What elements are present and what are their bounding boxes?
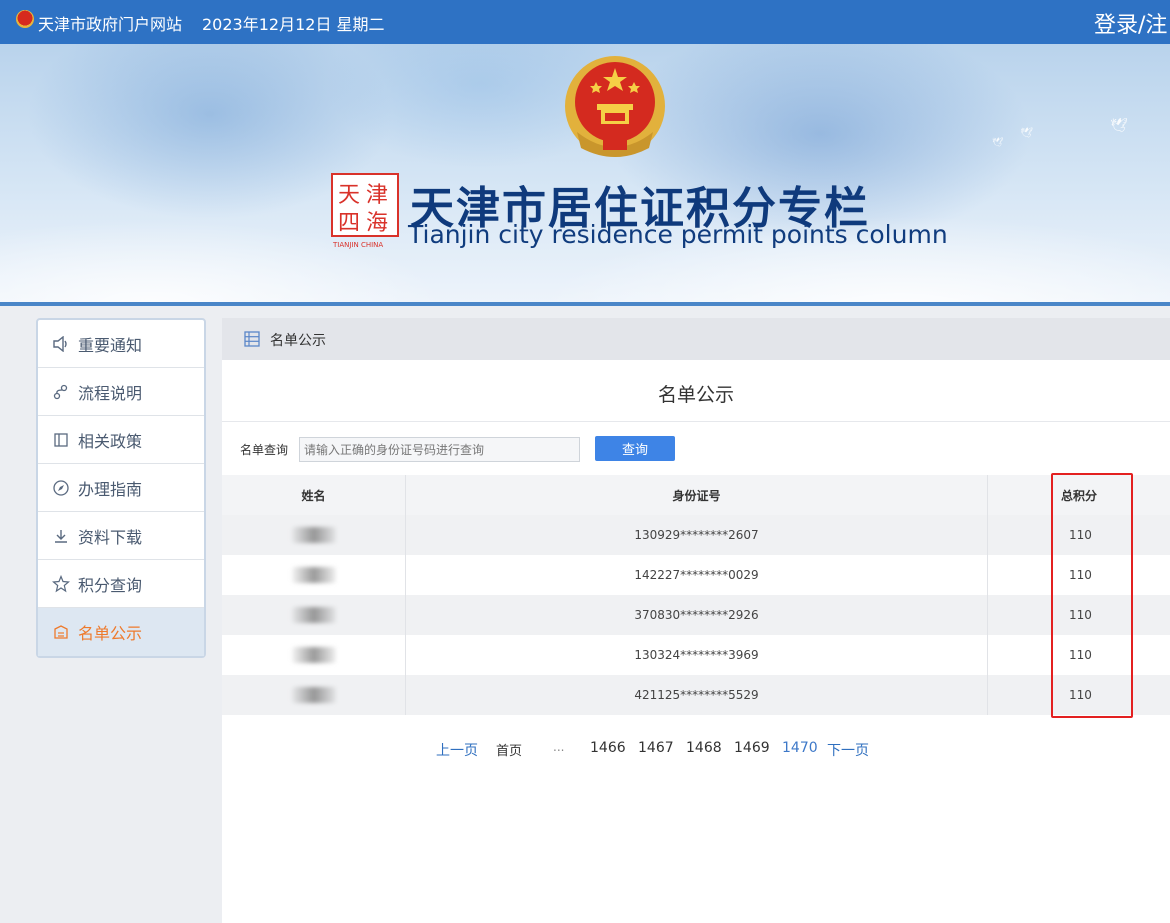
name-cell [222, 515, 405, 555]
page-link-1469[interactable]: 1469 [734, 740, 770, 756]
banner-divider [0, 302, 1170, 306]
list-icon [244, 331, 260, 347]
date-text: 2023年12月12日 星期二 [202, 15, 385, 34]
score-cell: 110 [987, 635, 1170, 675]
sidebar-item-label: 名单公示 [78, 624, 143, 643]
site-name-link[interactable]: 天津市政府门户网站 [38, 11, 182, 35]
compass-icon [50, 477, 72, 499]
table-row: 370830********2926 110 [222, 595, 1170, 635]
sidebar-item-policies[interactable]: 相关政策 [38, 416, 204, 464]
sidebar-item-guide[interactable]: 办理指南 [38, 464, 204, 512]
search-label: 名单查询 [240, 443, 289, 457]
name-cell [222, 595, 405, 635]
redacted-name [291, 527, 336, 543]
svg-text:TIANJIN CHINA: TIANJIN CHINA [332, 241, 383, 249]
sidebar-item-label: 相关政策 [78, 431, 143, 451]
search-input[interactable] [299, 437, 580, 462]
emblem-mini-icon [16, 10, 34, 28]
page-title: 名单公示 [657, 384, 734, 406]
id-cell: 421125********5529 [405, 675, 987, 715]
header-score-label: 总积分 [1061, 488, 1098, 503]
score-cell: 110 [987, 555, 1170, 595]
breadcrumb-label: 名单公示 [270, 333, 326, 349]
table-row: 142227********0029 110 [222, 555, 1170, 595]
name-cell [222, 635, 405, 675]
id-cell: 130929********2607 [405, 515, 987, 555]
svg-text:津: 津 [366, 183, 388, 208]
sidebar-item-list-publicity[interactable]: 名单公示 [38, 608, 204, 656]
page-link-1467[interactable]: 1467 [638, 740, 674, 756]
star-icon [50, 573, 72, 595]
header-score: 总积分 [987, 475, 1170, 515]
id-cell: 370830********2926 [405, 595, 987, 635]
bird-icon: 🕊 [1110, 118, 1128, 134]
sidebar: 重要通知 流程说明 相关政策 办理指南 资料下载 积分查询 名单公示 [36, 318, 206, 658]
sidebar-item-label: 办理指南 [78, 479, 143, 499]
divider [222, 421, 1170, 422]
svg-text:海: 海 [366, 211, 388, 236]
calendar-icon [50, 621, 72, 643]
score-value: 110 [1069, 608, 1092, 622]
sidebar-item-label: 重要通知 [78, 335, 143, 355]
redacted-name [291, 567, 336, 583]
download-icon [50, 525, 72, 547]
table-header: 姓名 身份证号 总积分 [222, 475, 1170, 515]
svg-text:四: 四 [338, 211, 360, 236]
header-name: 姓名 [301, 488, 326, 503]
top-bar: 天津市政府门户网站 2023年12月12日 星期二 登录/注 [0, 0, 1170, 44]
speaker-icon [50, 333, 72, 355]
pagination: 上一页 首页 ... 1466 1467 1468 1469 1470 下一页 [222, 740, 1170, 760]
score-cell: 110 [987, 515, 1170, 555]
sidebar-item-label: 流程说明 [78, 383, 143, 403]
sidebar-item-label: 积分查询 [78, 575, 143, 595]
tianjin-seal-icon: 天 津 四 海 TIANJIN CHINA [331, 173, 399, 249]
page-link-1468[interactable]: 1468 [686, 740, 722, 756]
sidebar-item-label: 资料下载 [78, 527, 143, 547]
score-value: 110 [1069, 568, 1092, 582]
score-cell: 110 [987, 595, 1170, 635]
id-cell: 130324********3969 [405, 635, 987, 675]
name-cell [222, 675, 405, 715]
prev-page-link[interactable]: 上一页 [436, 740, 478, 760]
score-value: 110 [1069, 528, 1092, 542]
header-id: 身份证号 [405, 475, 987, 515]
sidebar-item-process[interactable]: 流程说明 [38, 368, 204, 416]
sidebar-item-downloads[interactable]: 资料下载 [38, 512, 204, 560]
score-cell: 110 [987, 675, 1170, 715]
table-row: 421125********5529 110 [222, 675, 1170, 715]
score-value: 110 [1069, 688, 1092, 702]
score-value: 110 [1069, 648, 1092, 662]
id-cell: 142227********0029 [405, 555, 987, 595]
page-link-1466[interactable]: 1466 [590, 740, 626, 756]
banner-title-en: Tianjin city residence permit points col… [408, 220, 948, 249]
flow-icon [50, 381, 72, 403]
svg-text:天: 天 [338, 183, 360, 208]
table-row: 130929********2607 110 [222, 515, 1170, 555]
next-page-link[interactable]: 下一页 [827, 740, 869, 760]
national-emblem-icon [565, 56, 665, 157]
table-row: 130324********3969 110 [222, 635, 1170, 675]
bird-icon: 🕊 [992, 138, 1004, 148]
login-register-link[interactable]: 登录/注 [1094, 7, 1167, 39]
name-cell [222, 555, 405, 595]
breadcrumb: 名单公示 [222, 318, 1170, 360]
redacted-name [291, 687, 336, 703]
book-icon [50, 429, 72, 451]
bird-icon: 🕊 [1020, 128, 1033, 139]
redacted-name [291, 647, 336, 663]
sidebar-item-points-query[interactable]: 积分查询 [38, 560, 204, 608]
pagination-ellipsis: ... [553, 740, 565, 754]
banner: 天 津 四 海 TIANJIN CHINA 天津市居住证积分专栏 Tianjin… [0, 44, 1170, 306]
redacted-name [291, 607, 336, 623]
sidebar-item-notices[interactable]: 重要通知 [38, 320, 204, 368]
page-link-current[interactable]: 1470 [782, 740, 818, 756]
first-page-link[interactable]: 首页 [496, 740, 522, 759]
search-button[interactable]: 查询 [595, 436, 675, 461]
main-panel: 名单公示 名单公示 名单查询 查询 姓名 身份证号 总积分 130929****… [222, 318, 1170, 923]
